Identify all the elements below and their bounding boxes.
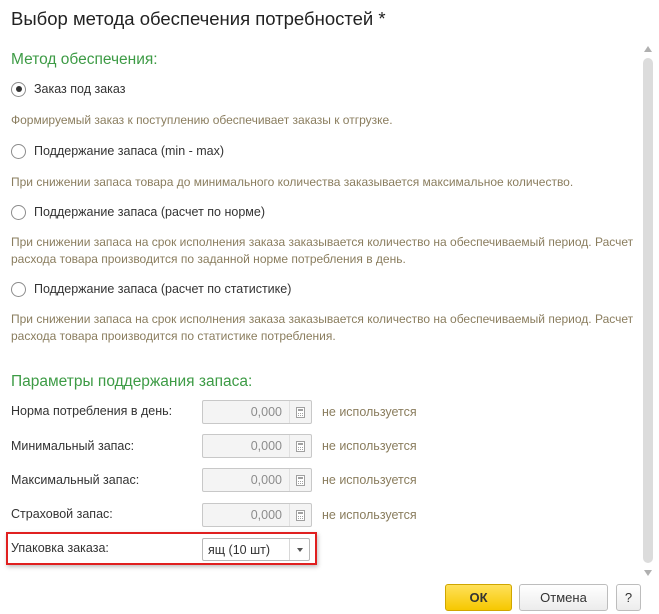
- scroll-up-arrow-icon[interactable]: [644, 46, 652, 52]
- scroll-down-arrow-icon[interactable]: [644, 570, 652, 576]
- help-button[interactable]: ?: [616, 584, 641, 611]
- ok-button[interactable]: ОК: [445, 584, 512, 611]
- vertical-scrollbar[interactable]: [641, 46, 656, 576]
- radio-option-label: Поддержание запаса (min - max): [34, 144, 225, 158]
- field-note: не используется: [322, 508, 417, 522]
- consumption-norm-label: Норма потребления в день:: [11, 404, 173, 418]
- min-stock-field[interactable]: 0,000: [202, 434, 312, 458]
- field-note: не используется: [322, 439, 417, 453]
- radio-option-label: Поддержание запаса (расчет по норме): [34, 205, 265, 219]
- calculator-icon: [296, 509, 305, 521]
- calculator-button[interactable]: [289, 469, 311, 491]
- radio-checked-icon[interactable]: [11, 81, 26, 97]
- dropdown-button[interactable]: [289, 539, 309, 560]
- calculator-icon: [296, 406, 305, 418]
- calculator-button[interactable]: [289, 435, 311, 457]
- radio-option-label: Поддержание запаса (расчет по статистике…: [34, 282, 292, 296]
- consumption-norm-field[interactable]: 0,000: [202, 400, 312, 424]
- params-section-title: Параметры поддержания запаса:: [11, 373, 253, 390]
- option-description: Формируемый заказ к поступлению обеспечи…: [11, 113, 393, 127]
- chevron-down-icon: [296, 547, 303, 552]
- option-description: При снижении запаса на срок исполнения з…: [11, 235, 634, 266]
- max-stock-field[interactable]: 0,000: [202, 468, 312, 492]
- field-value: 0,000: [250, 439, 282, 453]
- scroll-thumb[interactable]: [643, 58, 653, 563]
- calculator-icon: [296, 474, 305, 486]
- radio-unchecked-icon[interactable]: [11, 204, 26, 220]
- option-description: При снижении запаса товара до минимально…: [11, 175, 574, 189]
- field-note: не используется: [322, 473, 417, 487]
- field-value: 0,000: [250, 405, 282, 419]
- radio-option-min-max[interactable]: Поддержание запаса (min - max): [11, 142, 224, 160]
- package-select[interactable]: ящ (10 шт): [202, 538, 310, 561]
- package-value: ящ (10 шт): [208, 542, 270, 557]
- safety-stock-field[interactable]: 0,000: [202, 503, 312, 527]
- method-section-title: Метод обеспечения:: [11, 51, 158, 68]
- safety-stock-label: Страховой запас:: [11, 507, 113, 521]
- calculator-button[interactable]: [289, 504, 311, 526]
- field-value: 0,000: [250, 508, 282, 522]
- radio-option-norm[interactable]: Поддержание запаса (расчет по норме): [11, 203, 265, 221]
- calculator-button[interactable]: [289, 401, 311, 423]
- radio-option-statistics[interactable]: Поддержание запаса (расчет по статистике…: [11, 280, 291, 298]
- field-value: 0,000: [250, 473, 282, 487]
- max-stock-label: Максимальный запас:: [11, 473, 140, 487]
- option-description: При снижении запаса на срок исполнения з…: [11, 312, 634, 343]
- window-title: Выбор метода обеспечения потребностей *: [11, 8, 386, 29]
- min-stock-label: Минимальный запас:: [11, 439, 135, 453]
- cancel-button[interactable]: Отмена: [519, 584, 608, 611]
- calculator-icon: [296, 440, 305, 452]
- radio-option-order[interactable]: Заказ под заказ: [11, 80, 125, 98]
- field-note: не используется: [322, 405, 417, 419]
- radio-unchecked-icon[interactable]: [11, 281, 26, 297]
- radio-unchecked-icon[interactable]: [11, 143, 26, 159]
- package-label: Упаковка заказа:: [11, 541, 109, 555]
- radio-option-label: Заказ под заказ: [34, 82, 126, 96]
